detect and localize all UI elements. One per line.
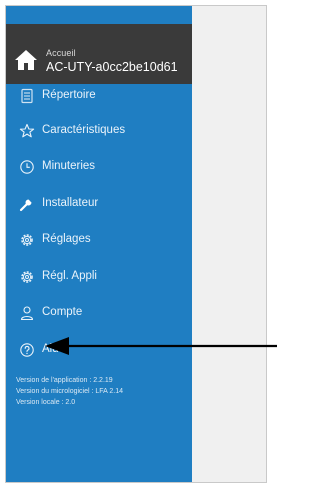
device-name: AC-UTY-a0cc2be10d61 — [46, 60, 178, 74]
menu-item-label: Compte — [42, 306, 83, 318]
menu-item-label: Caractéristiques — [42, 124, 126, 136]
menu-item-compte[interactable]: Compte — [6, 298, 192, 328]
app-screen: Accueil AC-UTY-a0cc2be10d61 Répertoire C… — [0, 0, 277, 488]
firmware-version: Version du micrologiciel : LFA 2.14 — [16, 388, 124, 395]
app-version: Version de l'application : 2.2.19 — [16, 377, 113, 384]
menu-item-minuteries[interactable]: Minuteries — [6, 152, 192, 182]
gear-icon — [21, 234, 33, 246]
menu-item-label: Installateur — [42, 197, 99, 209]
gear-icon — [21, 271, 33, 283]
menu-item-caracteristiques[interactable]: Caractéristiques — [6, 116, 192, 146]
menu-item-label: Minuteries — [42, 160, 96, 172]
home-icon — [15, 50, 37, 70]
clock-icon — [20, 160, 34, 174]
star-icon — [19, 123, 35, 138]
status-bar — [6, 6, 192, 24]
menu-item-reglages[interactable]: Réglages — [6, 225, 192, 255]
menu-item-installateur[interactable]: Installateur — [6, 189, 192, 219]
annotation-arrow — [45, 337, 277, 355]
person-icon — [20, 306, 34, 321]
menu-item-label: Régl. Appli — [42, 270, 97, 282]
home-title: Accueil — [46, 48, 76, 58]
home-header[interactable]: Accueil AC-UTY-a0cc2be10d61 — [6, 24, 192, 84]
local-version: Version locale : 2.0 — [16, 399, 76, 406]
menu-item-repertoire[interactable]: Répertoire — [6, 81, 192, 111]
help-icon — [20, 343, 34, 357]
menu-item-label: Réglages — [42, 233, 91, 245]
wrench-icon — [19, 199, 32, 212]
menu-item-label: Répertoire — [42, 89, 96, 101]
menu-item-regl-appli[interactable]: Régl. Appli — [6, 262, 192, 292]
list-icon — [21, 88, 33, 104]
side-menu: Accueil AC-UTY-a0cc2be10d61 Répertoire C… — [6, 6, 192, 482]
